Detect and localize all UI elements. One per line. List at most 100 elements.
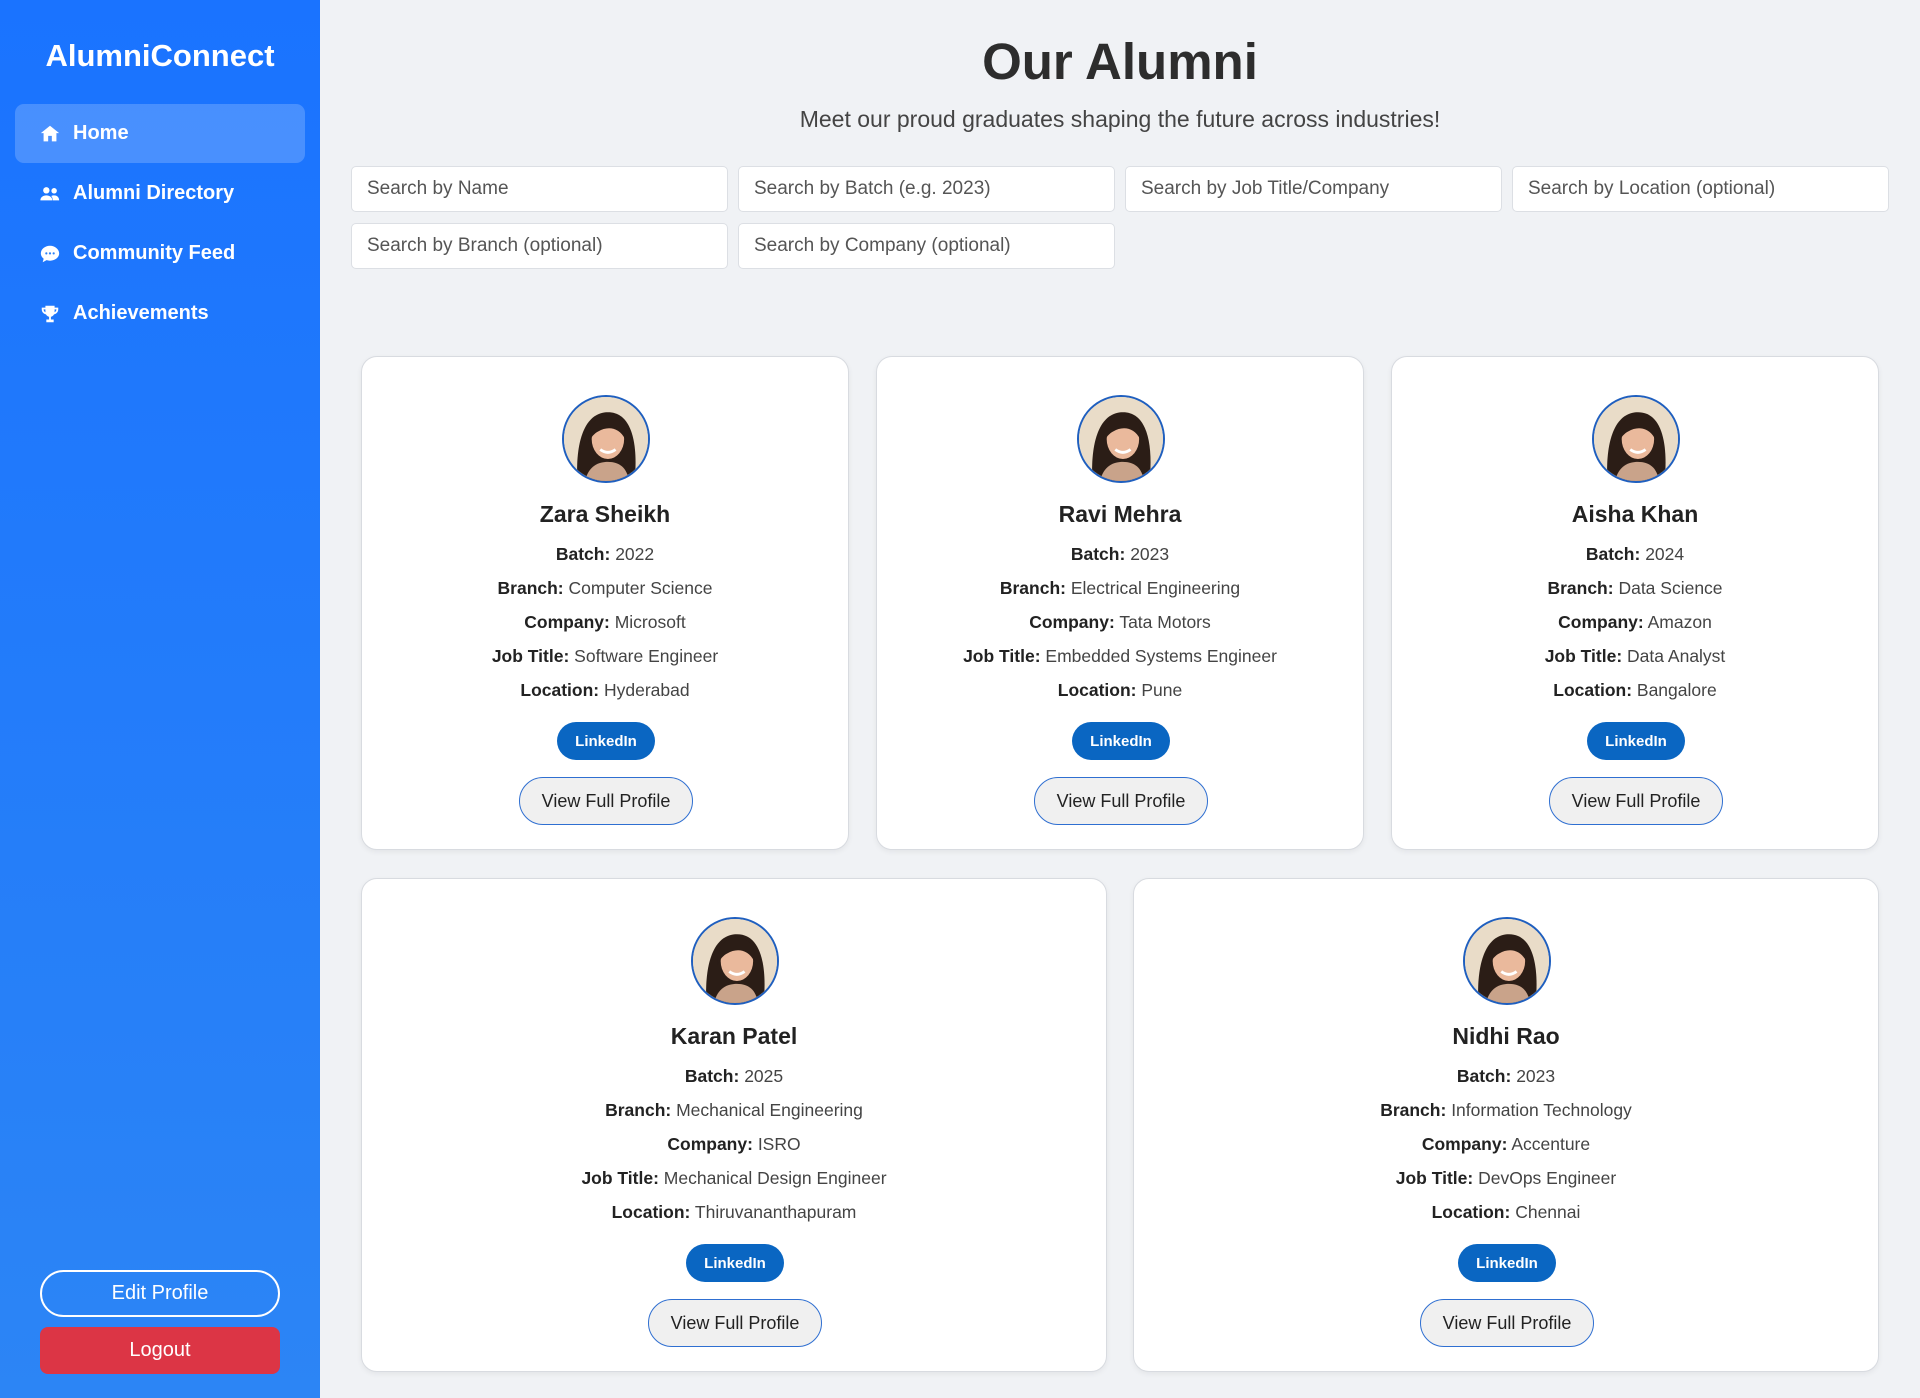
location-label: Location:: [1431, 1202, 1511, 1222]
company-label: Company:: [1029, 612, 1115, 632]
alumni-location: Location: Pune: [877, 680, 1363, 701]
search-name-input[interactable]: [351, 166, 728, 212]
batch-label: Batch:: [1585, 544, 1641, 564]
sidebar: AlumniConnect Home Alumni Directory Comm…: [0, 0, 320, 1398]
location-value: Hyderabad: [604, 680, 690, 700]
alumni-card: Ravi Mehra Batch: 2023 Branch: Electrical …: [876, 356, 1364, 850]
sidebar-nav: Home Alumni Directory Community Feed Ach…: [15, 104, 305, 344]
sidebar-item-alumni-directory[interactable]: Alumni Directory: [15, 164, 305, 223]
view-full-profile-button[interactable]: View Full Profile: [519, 777, 693, 825]
location-value: Thiruvananthapuram: [694, 1202, 857, 1222]
alumni-job-title: Job Title: Mechanical Design Engineer: [362, 1168, 1106, 1189]
job-title-label: Job Title:: [581, 1168, 659, 1188]
sidebar-item-label: Achievements: [73, 302, 209, 324]
batch-label: Batch:: [1070, 544, 1126, 564]
avatar: [1077, 395, 1165, 483]
linkedin-button[interactable]: LinkedIn: [1072, 722, 1170, 760]
location-value: Chennai: [1515, 1202, 1581, 1222]
alumni-batch: Batch: 2023: [1134, 1066, 1878, 1087]
search-batch-input[interactable]: [738, 166, 1115, 212]
sidebar-item-home[interactable]: Home: [15, 104, 305, 163]
sidebar-item-community-feed[interactable]: Community Feed: [15, 224, 305, 283]
linkedin-button[interactable]: LinkedIn: [1458, 1244, 1556, 1282]
branch-label: Branch:: [999, 578, 1066, 598]
batch-label: Batch:: [555, 544, 611, 564]
alumni-branch: Branch: Information Technology: [1134, 1100, 1878, 1121]
search-job-input[interactable]: [1125, 166, 1502, 212]
linkedin-button[interactable]: LinkedIn: [557, 722, 655, 760]
alumni-name: Aisha Khan: [1571, 501, 1699, 527]
branch-label: Branch:: [1380, 1100, 1447, 1120]
alumni-branch: Branch: Computer Science: [362, 578, 848, 599]
alumni-location: Location: Chennai: [1134, 1202, 1878, 1223]
company-value: Accenture: [1511, 1134, 1591, 1154]
search-branch-input[interactable]: [351, 223, 728, 269]
alumni-batch: Batch: 2024: [1392, 544, 1878, 565]
batch-label: Batch:: [1456, 1066, 1512, 1086]
alumni-batch: Batch: 2025: [362, 1066, 1106, 1087]
alumni-name: Ravi Mehra: [1058, 501, 1182, 527]
sidebar-item-achievements[interactable]: Achievements: [15, 284, 305, 343]
branch-value: Computer Science: [568, 578, 713, 598]
alumni-card: Nidhi Rao Batch: 2023 Branch: Information …: [1133, 878, 1879, 1372]
alumni-name: Karan Patel: [670, 1023, 798, 1049]
job-title-label: Job Title:: [1544, 646, 1623, 666]
branch-value: Electrical Engineering: [1070, 578, 1241, 598]
alumni-job-title: Job Title: DevOps Engineer: [1134, 1168, 1878, 1189]
job-title-value: DevOps Engineer: [1478, 1168, 1617, 1188]
view-full-profile-button[interactable]: View Full Profile: [648, 1299, 822, 1347]
company-value: Microsoft: [614, 612, 686, 632]
linkedin-button[interactable]: LinkedIn: [686, 1244, 784, 1282]
view-full-profile-button[interactable]: View Full Profile: [1034, 777, 1208, 825]
job-title-value: Embedded Systems Engineer: [1045, 646, 1277, 666]
batch-value: 2024: [1645, 544, 1685, 564]
linkedin-button[interactable]: LinkedIn: [1587, 722, 1685, 760]
view-full-profile-button[interactable]: View Full Profile: [1420, 1299, 1594, 1347]
job-title-label: Job Title:: [1395, 1168, 1474, 1188]
location-label: Location:: [1057, 680, 1137, 700]
company-value: ISRO: [757, 1134, 801, 1154]
page-subtitle: Meet our proud graduates shaping the fut…: [799, 106, 1441, 132]
company-label: Company:: [524, 612, 610, 632]
batch-value: 2023: [1130, 544, 1170, 564]
alumni-location: Location: Bangalore: [1392, 680, 1878, 701]
branch-value: Data Science: [1618, 578, 1723, 598]
edit-profile-button[interactable]: Edit Profile: [40, 1270, 280, 1317]
alumni-job-title: Job Title: Software Engineer: [362, 646, 848, 667]
job-title-value: Data Analyst: [1627, 646, 1726, 666]
sidebar-item-label: Alumni Directory: [73, 182, 235, 204]
alumni-job-title: Job Title: Data Analyst: [1392, 646, 1878, 667]
search-location-input[interactable]: [1512, 166, 1889, 212]
alumni-location: Location: Hyderabad: [362, 680, 848, 701]
alumni-card: Zara Sheikh Batch: 2022 Branch: Computer S…: [361, 356, 849, 850]
main-content: Our Alumni Meet our proud graduates shap…: [320, 0, 1920, 1398]
location-label: Location:: [520, 680, 600, 700]
avatar: [562, 395, 650, 483]
search-company-input[interactable]: [738, 223, 1115, 269]
avatar: [691, 917, 779, 1005]
logout-button[interactable]: Logout: [40, 1327, 280, 1374]
branch-value: Mechanical Engineering: [676, 1100, 863, 1120]
company-value: Tata Motors: [1119, 612, 1211, 632]
alumni-company: Company: ISRO: [362, 1134, 1106, 1155]
location-value: Pune: [1141, 680, 1183, 700]
alumni-branch: Branch: Mechanical Engineering: [362, 1100, 1106, 1121]
job-title-label: Job Title:: [963, 646, 1041, 666]
alumni-company: Company: Accenture: [1134, 1134, 1878, 1155]
location-value: Bangalore: [1636, 680, 1717, 700]
alumni-batch: Batch: 2023: [877, 544, 1363, 565]
users-icon: [40, 186, 60, 200]
avatar: [1592, 395, 1680, 483]
avatar: [1463, 917, 1551, 1005]
chat-bubble-icon: [40, 245, 60, 262]
job-title-label: Job Title:: [491, 646, 570, 666]
job-title-value: Software Engineer: [574, 646, 719, 666]
brand-logo[interactable]: AlumniConnect: [0, 38, 320, 74]
sidebar-item-label: Community Feed: [73, 242, 236, 264]
view-full-profile-button[interactable]: View Full Profile: [1549, 777, 1723, 825]
branch-label: Branch:: [605, 1100, 672, 1120]
alumni-job-title: Job Title: Embedded Systems Engineer: [877, 646, 1363, 667]
company-value: Amazon: [1647, 612, 1712, 632]
alumni-batch: Batch: 2022: [362, 544, 848, 565]
location-label: Location:: [611, 1202, 691, 1222]
